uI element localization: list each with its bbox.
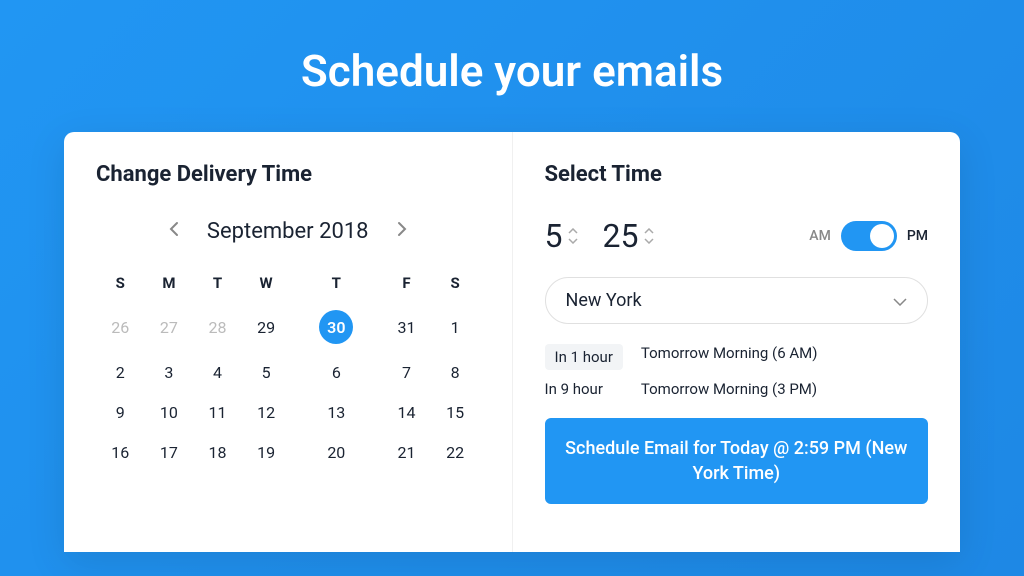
calendar-day[interactable]: 26 — [96, 302, 145, 352]
chevron-down-icon — [568, 238, 578, 244]
month-navigation: September 2018 — [96, 217, 480, 246]
minute-spinner[interactable] — [644, 228, 654, 244]
calendar-day[interactable]: 31 — [382, 302, 431, 352]
month-label: September 2018 — [207, 219, 369, 244]
minute-value: 25 — [602, 217, 638, 255]
weekday-header: S — [431, 264, 480, 302]
calendar-day[interactable]: 30 — [290, 302, 382, 352]
ampm-toggle-group: AM PM — [809, 221, 928, 251]
calendar-grid: SMTWTFS 26272829303112345678910111213141… — [96, 264, 480, 472]
calendar-day[interactable]: 10 — [145, 392, 194, 432]
hour-stepper[interactable]: 5 — [545, 217, 579, 255]
weekday-header: W — [242, 264, 291, 302]
prev-month-button[interactable] — [161, 217, 187, 246]
quick-options: In 1 hour Tomorrow Morning (6 AM) In 9 hou… — [545, 344, 929, 398]
calendar-day[interactable]: 6 — [290, 352, 382, 392]
calendar-day[interactable]: 11 — [193, 392, 242, 432]
calendar-day[interactable]: 1 — [431, 302, 480, 352]
calendar-day[interactable]: 22 — [431, 432, 480, 472]
schedule-card: Change Delivery Time September 2018 SMTW… — [64, 132, 960, 552]
calendar-day[interactable]: 8 — [431, 352, 480, 392]
calendar-day[interactable]: 4 — [193, 352, 242, 392]
hour-value: 5 — [545, 217, 563, 255]
quick-option-relative[interactable]: In 9 hour — [545, 380, 623, 398]
hero-title: Schedule your emails — [0, 0, 1024, 132]
calendar-day[interactable]: 27 — [145, 302, 194, 352]
next-month-button[interactable] — [389, 217, 415, 246]
quick-option-absolute[interactable]: Tomorrow Morning (6 AM) — [641, 344, 928, 370]
weekday-header: T — [290, 264, 382, 302]
toggle-knob — [870, 224, 894, 248]
weekday-header: T — [193, 264, 242, 302]
calendar-day[interactable]: 13 — [290, 392, 382, 432]
calendar-day[interactable]: 20 — [290, 432, 382, 472]
timezone-label: New York — [566, 290, 642, 311]
quick-option-absolute[interactable]: Tomorrow Morning (3 PM) — [641, 380, 928, 398]
calendar-day[interactable]: 3 — [145, 352, 194, 392]
chevron-down-icon — [644, 238, 654, 244]
weekday-header: M — [145, 264, 194, 302]
hour-spinner[interactable] — [568, 228, 578, 244]
calendar-day[interactable]: 21 — [382, 432, 431, 472]
time-panel: Select Time 5 25 AM — [513, 132, 961, 552]
calendar-day[interactable]: 18 — [193, 432, 242, 472]
chevron-up-icon — [568, 228, 578, 234]
chevron-up-icon — [644, 228, 654, 234]
calendar-day[interactable]: 2 — [96, 352, 145, 392]
calendar-day[interactable]: 17 — [145, 432, 194, 472]
calendar-day[interactable]: 12 — [242, 392, 291, 432]
calendar-day[interactable]: 29 — [242, 302, 291, 352]
ampm-toggle[interactable] — [841, 221, 897, 251]
schedule-button[interactable]: Schedule Email for Today @ 2:59 PM (New … — [545, 418, 929, 504]
calendar-panel: Change Delivery Time September 2018 SMTW… — [64, 132, 513, 552]
select-time-title: Select Time — [545, 162, 929, 187]
weekday-header: F — [382, 264, 431, 302]
chevron-right-icon — [397, 221, 407, 237]
calendar-day[interactable]: 5 — [242, 352, 291, 392]
weekday-header: S — [96, 264, 145, 302]
timezone-select[interactable]: New York — [545, 277, 929, 324]
quick-option-relative[interactable]: In 1 hour — [545, 344, 623, 370]
calendar-day[interactable]: 15 — [431, 392, 480, 432]
calendar-day[interactable]: 28 — [193, 302, 242, 352]
calendar-day[interactable]: 19 — [242, 432, 291, 472]
chevron-left-icon — [169, 221, 179, 237]
time-selector-row: 5 25 AM PM — [545, 217, 929, 255]
am-label: AM — [809, 228, 831, 244]
minute-stepper[interactable]: 25 — [602, 217, 654, 255]
chevron-down-icon — [893, 291, 907, 310]
change-delivery-title: Change Delivery Time — [96, 162, 480, 187]
calendar-day[interactable]: 9 — [96, 392, 145, 432]
calendar-day[interactable]: 14 — [382, 392, 431, 432]
calendar-day[interactable]: 7 — [382, 352, 431, 392]
pm-label: PM — [907, 228, 928, 244]
calendar-day[interactable]: 16 — [96, 432, 145, 472]
